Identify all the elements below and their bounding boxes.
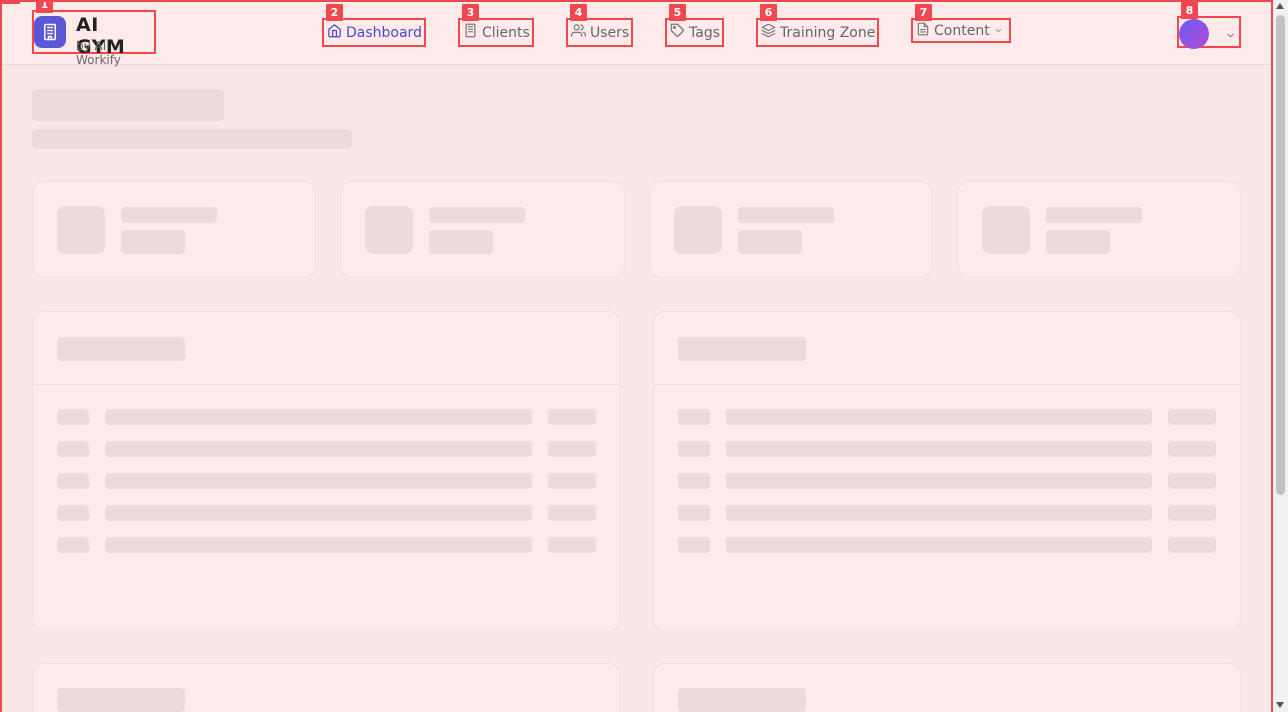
nav-tags[interactable]: 5 Tags xyxy=(665,4,724,47)
skeleton-row-cell xyxy=(678,441,710,457)
document-icon xyxy=(916,22,930,40)
scroll-thumb[interactable] xyxy=(1276,15,1285,495)
brand-subtitle: by AI Workify xyxy=(76,39,121,67)
skeleton-row-cell xyxy=(548,473,596,489)
skeleton-row-cell xyxy=(726,537,1152,553)
nav-content-dropdown[interactable]: 7 Content xyxy=(911,4,1011,43)
scroll-up-icon[interactable] xyxy=(1276,3,1284,9)
skeleton-row-cell xyxy=(105,441,532,457)
skeleton-row-cell xyxy=(1168,409,1216,425)
skeleton-stat-card xyxy=(32,181,316,278)
nav-users-label: Users xyxy=(590,24,630,41)
skeleton-row-cell xyxy=(57,505,89,521)
skeleton-row-cell xyxy=(726,473,1152,489)
skeleton-page-subtitle xyxy=(32,129,352,149)
skeleton-row-cell xyxy=(1168,473,1216,489)
skeleton-stat-icon xyxy=(674,206,722,254)
skeleton-stat-value xyxy=(738,230,802,254)
nav-clients-label: Clients xyxy=(482,24,530,41)
skeleton-list-panel xyxy=(653,311,1241,631)
element-badge: 1 xyxy=(36,0,53,13)
skeleton-stat-card xyxy=(649,181,933,278)
nav-training-zone[interactable]: 6 Training Zone xyxy=(756,4,879,47)
skeleton-panel-title xyxy=(57,688,185,712)
skeleton-stat-value xyxy=(429,230,493,254)
top-navbar: 1 AI GYM by AI Workify 2 Dashboard 3 Cli… xyxy=(0,0,1273,67)
panel-divider xyxy=(654,384,1240,385)
skeleton-stat-icon xyxy=(982,206,1030,254)
skeleton-row-cell xyxy=(548,505,596,521)
nav-dashboard[interactable]: 2 Dashboard xyxy=(322,4,426,47)
skeleton-stat-icon xyxy=(365,206,413,254)
skeleton-page-title xyxy=(32,89,224,121)
skeleton-stat-value xyxy=(1046,230,1110,254)
skeleton-stat-icon xyxy=(57,206,105,254)
nav-training-zone-label: Training Zone xyxy=(780,24,876,41)
skeleton-row-cell xyxy=(726,505,1152,521)
element-badge: 4 xyxy=(570,4,587,21)
nav-tags-label: Tags xyxy=(689,24,720,41)
skeleton-row-cell xyxy=(57,537,89,553)
skeleton-stat-label xyxy=(121,207,217,223)
skeleton-row-cell xyxy=(678,537,710,553)
nav-dashboard-label: Dashboard xyxy=(346,24,422,41)
chevron-down-icon xyxy=(994,23,1003,39)
skeleton-row-cell xyxy=(105,473,532,489)
skeleton-row-cell xyxy=(57,409,89,425)
skeleton-panel-title xyxy=(678,688,806,712)
users-icon xyxy=(571,23,587,42)
skeleton-row-cell xyxy=(1168,537,1216,553)
profile-menu[interactable]: 8 xyxy=(1177,2,1241,49)
skeleton-row-cell xyxy=(105,409,532,425)
skeleton-row-cell xyxy=(57,441,89,457)
skeleton-row-cell xyxy=(678,409,710,425)
skeleton-row-cell xyxy=(548,537,596,553)
brand-link[interactable]: 1 AI GYM by AI Workify xyxy=(32,0,156,67)
element-badge: 6 xyxy=(760,4,777,21)
skeleton-list-panel xyxy=(32,311,621,631)
skeleton-stat-card xyxy=(957,181,1241,278)
skeleton-row-cell xyxy=(57,473,89,489)
building-icon xyxy=(463,23,478,42)
nav-clients[interactable]: 3 Clients xyxy=(458,4,534,47)
element-badge: 3 xyxy=(462,4,479,21)
nav-content-label: Content xyxy=(934,22,990,39)
skeleton-stat-value xyxy=(121,230,185,254)
skeleton-row-cell xyxy=(726,409,1152,425)
element-badge: 7 xyxy=(915,4,932,21)
skeleton-row-cell xyxy=(1168,441,1216,457)
chevron-down-icon xyxy=(1225,26,1236,45)
avatar xyxy=(1179,19,1209,49)
skeleton-row-cell xyxy=(105,505,532,521)
element-badge: 8 xyxy=(1181,2,1198,19)
tag-icon xyxy=(670,23,685,42)
skeleton-stat-label xyxy=(429,207,525,223)
skeleton-row-cell xyxy=(548,409,596,425)
panel-divider xyxy=(33,384,620,385)
home-icon xyxy=(327,23,342,42)
layers-icon xyxy=(761,23,776,42)
skeleton-list-panel xyxy=(32,663,621,712)
skeleton-row-cell xyxy=(726,441,1152,457)
page-scrollbar[interactable] xyxy=(1273,0,1288,712)
skeleton-panel-title xyxy=(678,337,806,361)
skeleton-row-cell xyxy=(1168,505,1216,521)
element-badge: 2 xyxy=(326,4,343,21)
skeleton-stat-label xyxy=(738,207,834,223)
skeleton-stat-card xyxy=(340,181,625,278)
skeleton-stat-label xyxy=(1046,207,1142,223)
skeleton-panel-title xyxy=(57,337,185,361)
skeleton-row-cell xyxy=(678,505,710,521)
scroll-down-icon[interactable] xyxy=(1276,702,1284,708)
frame-tab xyxy=(0,0,20,4)
skeleton-row-cell xyxy=(678,473,710,489)
nav-users[interactable]: 4 Users xyxy=(566,4,633,47)
building-icon xyxy=(34,16,66,48)
skeleton-row-cell xyxy=(105,537,532,553)
skeleton-row-cell xyxy=(548,441,596,457)
skeleton-list-panel xyxy=(653,663,1241,712)
element-badge: 5 xyxy=(669,4,686,21)
